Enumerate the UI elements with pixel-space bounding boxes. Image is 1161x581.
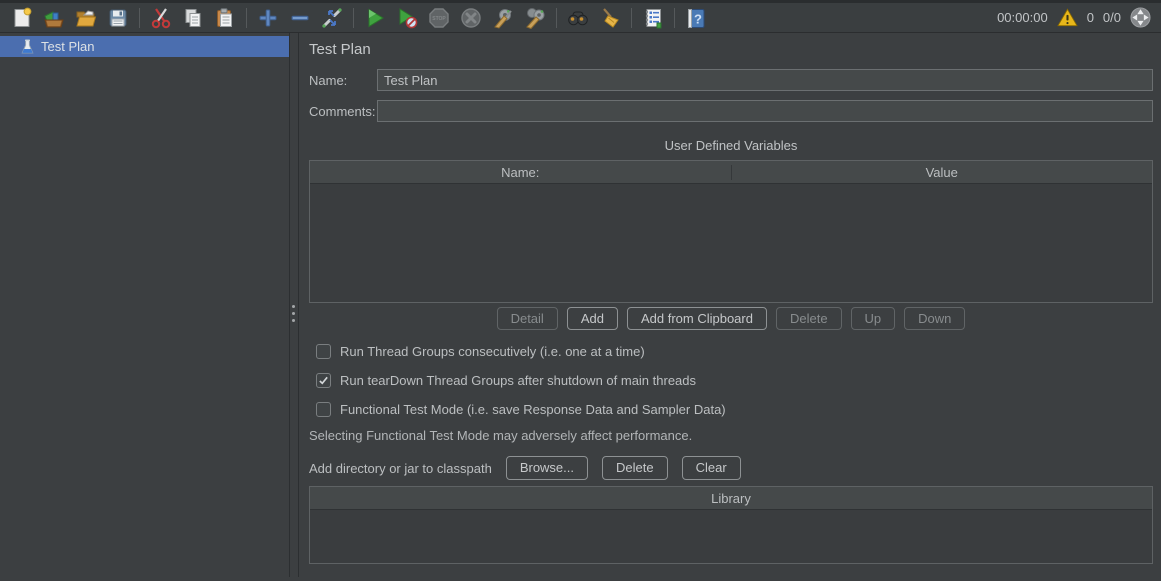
cut-icon[interactable] bbox=[149, 6, 173, 30]
tree-node-label: Test Plan bbox=[41, 39, 94, 54]
expand-all-icon[interactable] bbox=[256, 6, 280, 30]
toolbar-separator bbox=[674, 8, 675, 28]
delete-button[interactable]: Delete bbox=[776, 307, 842, 330]
classpath-label: Add directory or jar to classpath bbox=[309, 461, 492, 476]
functional-mode-note: Selecting Functional Test Mode may adver… bbox=[309, 428, 1153, 444]
test-plan-tree: Test Plan bbox=[0, 33, 290, 577]
run-teardown-checkbox[interactable] bbox=[316, 373, 331, 388]
copy-icon[interactable] bbox=[181, 6, 205, 30]
splitter-grip-icon[interactable] bbox=[292, 305, 295, 322]
library-table-header: Library bbox=[310, 487, 1152, 510]
clear-icon[interactable] bbox=[491, 6, 515, 30]
library-table-body[interactable] bbox=[310, 510, 1152, 563]
paste-icon[interactable] bbox=[213, 6, 237, 30]
thread-count: 0/0 bbox=[1103, 10, 1121, 25]
name-label: Name: bbox=[309, 73, 377, 88]
test-plan-panel: Test Plan Name: Comments: User Defined V… bbox=[299, 33, 1161, 577]
new-file-icon[interactable] bbox=[10, 6, 34, 30]
stop-icon[interactable]: STOP bbox=[427, 6, 451, 30]
udv-title: User Defined Variables bbox=[309, 138, 1153, 154]
clear-all-icon[interactable] bbox=[523, 6, 547, 30]
start-no-timers-icon[interactable] bbox=[395, 6, 419, 30]
run-consecutively-checkbox[interactable] bbox=[316, 344, 331, 359]
toolbar-separator bbox=[246, 8, 247, 28]
templates-icon[interactable] bbox=[42, 6, 66, 30]
search-icon[interactable] bbox=[566, 6, 590, 30]
tree-node-test-plan[interactable]: Test Plan bbox=[0, 36, 289, 57]
flask-icon bbox=[20, 39, 35, 55]
test-activity-icon bbox=[1130, 7, 1151, 28]
classpath-delete-button[interactable]: Delete bbox=[602, 456, 668, 480]
checkbox-label: Run Thread Groups consecutively (i.e. on… bbox=[340, 344, 645, 359]
toolbar-separator bbox=[139, 8, 140, 28]
toolbar-status-area: 00:00:00 0 0/0 bbox=[997, 7, 1155, 28]
log-warning-count: 0 bbox=[1087, 10, 1094, 25]
checkbox-row-functional-mode: Functional Test Mode (i.e. save Response… bbox=[309, 401, 1153, 417]
add-button[interactable]: Add bbox=[567, 307, 618, 330]
library-col-header[interactable]: Library bbox=[310, 491, 1152, 506]
library-table: Library bbox=[309, 486, 1153, 564]
udv-table-header: Name: Value bbox=[310, 161, 1152, 184]
log-warning-icon[interactable] bbox=[1057, 8, 1078, 27]
toggle-icon[interactable] bbox=[320, 6, 344, 30]
udv-button-row: Detail Add Add from Clipboard Delete Up … bbox=[309, 307, 1153, 330]
checkbox-row-teardown: Run tearDown Thread Groups after shutdow… bbox=[309, 372, 1153, 388]
collapse-all-icon[interactable] bbox=[288, 6, 312, 30]
help-icon[interactable]: ? bbox=[684, 6, 708, 30]
name-input[interactable] bbox=[377, 69, 1153, 91]
checkbox-label: Run tearDown Thread Groups after shutdow… bbox=[340, 373, 696, 388]
app-body: Test Plan Test Plan Name: Comments: User… bbox=[0, 33, 1161, 577]
function-helper-icon[interactable] bbox=[641, 6, 665, 30]
checkbox-row-consecutive: Run Thread Groups consecutively (i.e. on… bbox=[309, 343, 1153, 359]
toolbar-separator bbox=[631, 8, 632, 28]
udv-col-name[interactable]: Name: bbox=[310, 165, 731, 180]
open-file-icon[interactable] bbox=[74, 6, 98, 30]
classpath-row: Add directory or jar to classpath Browse… bbox=[309, 456, 1153, 480]
browse-button[interactable]: Browse... bbox=[506, 456, 588, 480]
stop-icon-label: STOP bbox=[432, 16, 446, 22]
udv-table-body[interactable] bbox=[310, 184, 1152, 302]
udv-table: Name: Value bbox=[309, 160, 1153, 303]
add-from-clipboard-button[interactable]: Add from Clipboard bbox=[627, 307, 767, 330]
down-button[interactable]: Down bbox=[904, 307, 965, 330]
search-reset-icon[interactable] bbox=[598, 6, 622, 30]
save-icon[interactable] bbox=[106, 6, 130, 30]
help-icon-glyph: ? bbox=[694, 11, 702, 26]
functional-mode-checkbox[interactable] bbox=[316, 402, 331, 417]
classpath-clear-button[interactable]: Clear bbox=[682, 456, 741, 480]
up-button[interactable]: Up bbox=[851, 307, 896, 330]
detail-button[interactable]: Detail bbox=[497, 307, 558, 330]
elapsed-timer: 00:00:00 bbox=[997, 10, 1048, 25]
checkbox-label: Functional Test Mode (i.e. save Response… bbox=[340, 402, 726, 417]
comments-input[interactable] bbox=[377, 100, 1153, 122]
shutdown-icon[interactable] bbox=[459, 6, 483, 30]
toolbar: STOP ? 00:00:00 0 0/0 bbox=[0, 0, 1161, 33]
toolbar-separator bbox=[556, 8, 557, 28]
start-icon[interactable] bbox=[363, 6, 387, 30]
tree-splitter[interactable] bbox=[290, 33, 299, 577]
udv-col-value[interactable]: Value bbox=[731, 165, 1153, 180]
comments-label: Comments: bbox=[309, 104, 377, 119]
toolbar-separator bbox=[353, 8, 354, 28]
page-title: Test Plan bbox=[309, 41, 1153, 60]
